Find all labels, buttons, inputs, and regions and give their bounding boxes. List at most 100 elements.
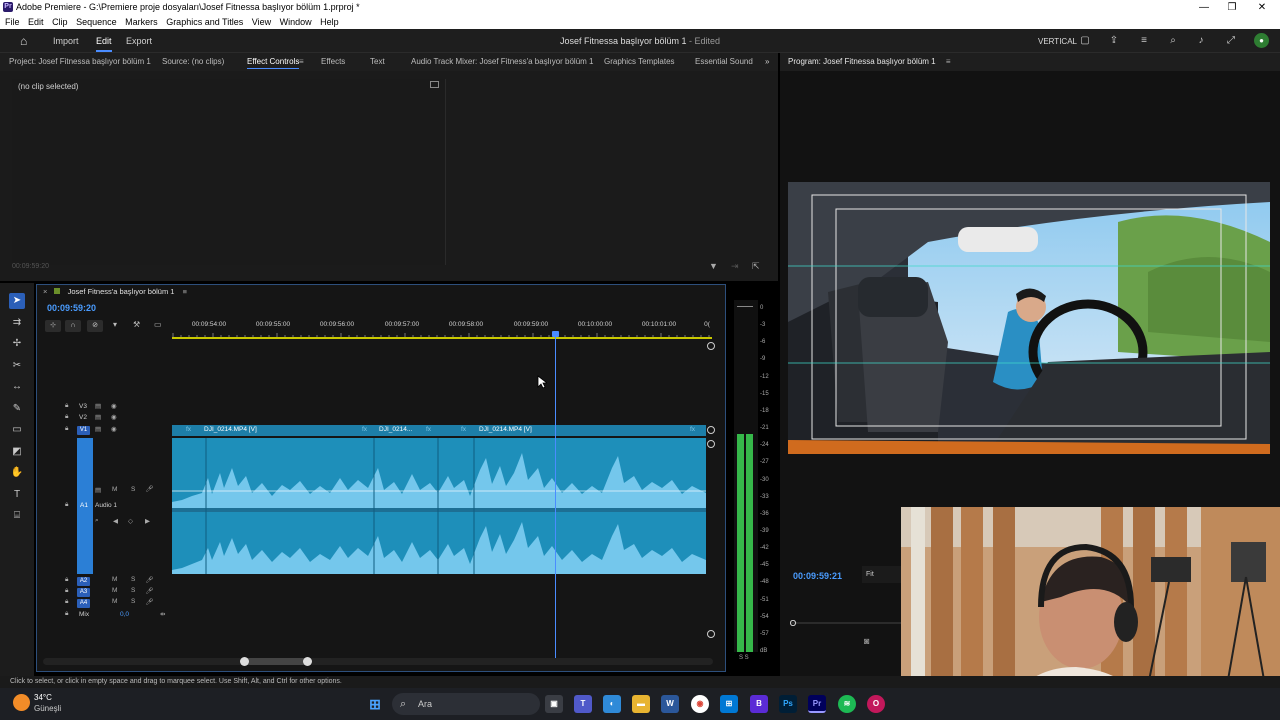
track-v1-patch[interactable]: V1 xyxy=(77,426,90,435)
teams-icon[interactable]: T xyxy=(574,695,592,713)
tab-text[interactable]: Text xyxy=(370,53,385,71)
mix-value[interactable]: 0,0 xyxy=(120,611,129,618)
weather-temp[interactable]: 34°C xyxy=(34,693,52,702)
menu-view[interactable]: View xyxy=(252,15,271,29)
selection-tool-icon[interactable]: ➤ xyxy=(9,293,25,309)
weather-condition[interactable]: Güneşli xyxy=(34,704,61,713)
caption-tool-icon[interactable]: ⌸ xyxy=(9,508,25,524)
maximize-button[interactable]: ❐ xyxy=(1218,0,1246,15)
prev-keyframe-icon[interactable]: ◀ xyxy=(113,517,118,525)
sync-lock-icon[interactable]: ▤ xyxy=(95,425,101,433)
playhead-cap[interactable] xyxy=(552,331,559,337)
menu-clip[interactable]: Clip xyxy=(52,15,68,29)
spotify-icon[interactable]: ≋ xyxy=(838,695,856,713)
menu-sequence[interactable]: Sequence xyxy=(76,15,117,29)
lock-icon[interactable]: 🔒︎ xyxy=(65,402,68,410)
tab-menu-icon[interactable]: ≡ xyxy=(299,53,304,71)
hand-tool-icon[interactable]: ✋ xyxy=(9,465,25,481)
menu-lines-icon[interactable]: ≡ xyxy=(1137,34,1151,48)
menu-help[interactable]: Help xyxy=(320,15,339,29)
sequence-menu-icon[interactable]: ≡ xyxy=(183,287,187,296)
track-a2-patch[interactable]: A2 xyxy=(77,577,90,586)
premiere-icon[interactable]: Pr xyxy=(808,695,826,713)
mute-button[interactable]: M xyxy=(112,576,117,583)
mute-button[interactable]: M xyxy=(112,486,117,493)
clip-label[interactable]: DJI_0214... xyxy=(379,426,412,433)
program-timecode[interactable]: 00:09:59:21 xyxy=(793,571,842,581)
eye-icon[interactable]: ◉ xyxy=(111,413,117,421)
volume-icon[interactable]: ♪ xyxy=(1194,34,1208,48)
lock-icon[interactable]: 🔒︎ xyxy=(65,576,68,584)
clip-label[interactable]: DJI_0214.MP4 [V] xyxy=(479,426,532,433)
meter-solo-buttons[interactable]: S S xyxy=(739,655,749,661)
horizontal-zoom-scrollbar[interactable] xyxy=(43,658,713,665)
weather-sun-icon[interactable] xyxy=(13,694,30,711)
solo-button[interactable]: S xyxy=(131,598,135,605)
task-view-icon[interactable]: ▣ xyxy=(545,695,563,713)
menu-window[interactable]: Window xyxy=(280,15,312,29)
tab-graphics-templates[interactable]: Graphics Templates xyxy=(604,53,675,71)
word-icon[interactable]: W xyxy=(661,695,679,713)
panel-layout-icon[interactable]: ▢ xyxy=(1078,34,1092,48)
tab-source[interactable]: Source: (no clips) xyxy=(162,53,224,71)
lock-icon[interactable]: 🔒︎ xyxy=(65,610,68,618)
scroll-handle-left[interactable] xyxy=(240,657,249,666)
eye-icon[interactable]: ◉ xyxy=(111,402,117,410)
type-tool-icon[interactable]: T xyxy=(9,487,25,503)
mute-button[interactable]: M xyxy=(112,598,117,605)
time-ruler[interactable]: 00:09:54:00 00:09:55:00 00:09:56:00 00:0… xyxy=(172,318,712,338)
shape-tool-icon[interactable]: ◩ xyxy=(9,444,25,460)
menu-markers[interactable]: Markers xyxy=(125,15,158,29)
clip-label[interactable]: DJI_0214.MP4 [V] xyxy=(204,426,257,433)
lock-icon[interactable]: 🔒︎ xyxy=(65,587,68,595)
solo-button[interactable]: S xyxy=(131,486,135,493)
snap-icon[interactable]: ∩ xyxy=(65,320,81,332)
fullscreen-icon[interactable]: ⤢ xyxy=(1224,34,1238,48)
minimize-button[interactable]: — xyxy=(1190,0,1218,15)
photoshop-icon[interactable]: Ps xyxy=(779,695,797,713)
program-scrub-bar[interactable] xyxy=(790,620,902,626)
ripple-edit-icon[interactable]: ✢ xyxy=(9,336,25,352)
mix-end-icon[interactable]: ⇹ xyxy=(160,610,165,618)
add-keyframe-icon[interactable]: ◇ xyxy=(128,517,133,525)
a1-audio-waveform[interactable] xyxy=(172,438,706,574)
camera-icon[interactable]: ◙ xyxy=(864,636,869,646)
mic-icon[interactable]: 🎤︎ xyxy=(145,485,153,493)
insert-sequence-icon[interactable]: ⊹ xyxy=(45,320,61,332)
mute-button[interactable]: M xyxy=(112,587,117,594)
menu-edit[interactable]: Edit xyxy=(28,15,44,29)
sync-lock-icon[interactable]: ▤ xyxy=(95,413,101,421)
opera-icon[interactable]: O xyxy=(867,695,885,713)
filter-icon[interactable]: ▼ xyxy=(709,261,718,271)
sync-lock-icon[interactable]: ▤ xyxy=(95,486,101,494)
tab-effects[interactable]: Effects xyxy=(321,53,345,71)
playhead[interactable] xyxy=(552,331,559,658)
share-icon[interactable]: ⇪ xyxy=(1107,34,1121,48)
expand-icon[interactable] xyxy=(430,81,439,88)
lock-icon[interactable]: 🔒︎ xyxy=(65,501,68,509)
zoom-select[interactable]: Fit xyxy=(862,566,902,583)
track-a3-patch[interactable]: A3 xyxy=(77,588,90,597)
solo-button[interactable]: S xyxy=(131,587,135,594)
mic-icon[interactable]: 🎤︎ xyxy=(145,576,153,584)
program-menu-icon[interactable]: ≡ xyxy=(946,57,951,66)
sync-lock-icon[interactable]: ▤ xyxy=(95,402,101,410)
wrench-icon[interactable]: ⚒ xyxy=(133,320,140,329)
scroll-handle-right[interactable] xyxy=(303,657,312,666)
menu-file[interactable]: File xyxy=(5,15,20,29)
chrome-icon[interactable]: ◉ xyxy=(691,695,709,713)
solo-button[interactable]: S xyxy=(131,576,135,583)
track-a4-patch[interactable]: A4 xyxy=(77,599,90,608)
tab-effect-controls[interactable]: Effect Controls xyxy=(247,53,300,71)
scroll-handle-top[interactable] xyxy=(707,342,715,350)
slip-tool-icon[interactable]: ↔ xyxy=(9,379,25,395)
razor-tool-icon[interactable]: ✂ xyxy=(9,358,25,374)
export-icon[interactable]: ⇱ xyxy=(752,261,760,272)
windows-start-icon[interactable]: ⊞ xyxy=(366,695,384,713)
lock-icon[interactable]: 🔒︎ xyxy=(65,425,68,433)
track-select-icon[interactable]: ⇉ xyxy=(9,315,25,331)
scroll-handle-bottom[interactable] xyxy=(707,630,715,638)
mic-icon[interactable]: 🎤︎ xyxy=(145,598,153,606)
tab-audio-track-mixer[interactable]: Audio Track Mixer: Josef Fitness'a başlı… xyxy=(411,53,594,71)
next-keyframe-icon[interactable]: ▶ xyxy=(145,517,150,525)
